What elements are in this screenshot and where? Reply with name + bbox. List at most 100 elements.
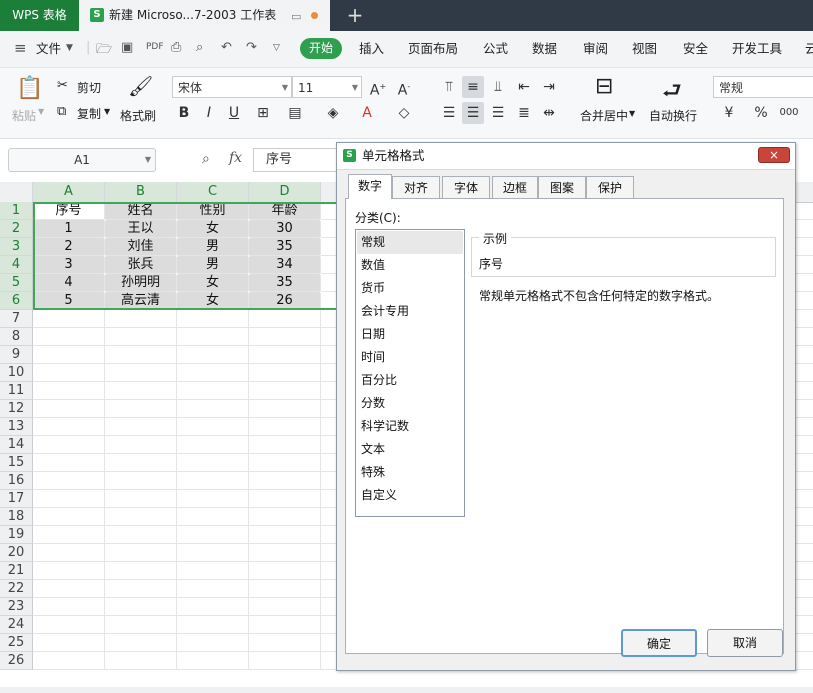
cell[interactable] [105, 562, 177, 580]
cell[interactable] [33, 634, 105, 652]
row-header[interactable]: 16 [0, 472, 33, 490]
cell[interactable] [33, 472, 105, 490]
row-header[interactable]: 4 [0, 256, 33, 274]
ok-button[interactable]: 确定 [621, 629, 697, 657]
cell[interactable] [249, 544, 321, 562]
cell[interactable] [177, 472, 249, 490]
cell[interactable] [33, 400, 105, 418]
cell[interactable] [33, 418, 105, 436]
category-item[interactable]: 货币 [357, 277, 463, 300]
cell[interactable] [177, 562, 249, 580]
cell[interactable] [249, 400, 321, 418]
cell[interactable] [249, 472, 321, 490]
cell[interactable] [249, 526, 321, 544]
row-header[interactable]: 26 [0, 652, 33, 670]
cell[interactable]: 4 [33, 274, 105, 292]
row-header[interactable]: 10 [0, 364, 33, 382]
cell[interactable] [249, 652, 321, 670]
cell[interactable] [33, 364, 105, 382]
cell[interactable] [177, 526, 249, 544]
row-header[interactable]: 22 [0, 580, 33, 598]
cell[interactable] [33, 454, 105, 472]
cell[interactable]: 34 [249, 256, 321, 274]
cell[interactable]: 35 [249, 238, 321, 256]
cell[interactable] [33, 508, 105, 526]
tab-protection[interactable]: 保护 [586, 176, 634, 198]
cell[interactable] [177, 580, 249, 598]
cell[interactable]: 男 [177, 256, 249, 274]
cell[interactable] [249, 310, 321, 328]
cell[interactable]: 女 [177, 292, 249, 310]
cell[interactable] [177, 544, 249, 562]
category-item[interactable]: 分数 [357, 392, 463, 415]
row-header[interactable]: 19 [0, 526, 33, 544]
close-button[interactable]: × [758, 147, 790, 163]
cell[interactable] [105, 346, 177, 364]
cell[interactable] [177, 310, 249, 328]
category-item[interactable]: 常规 [357, 231, 463, 254]
category-item[interactable]: 特殊 [357, 461, 463, 484]
cell[interactable]: 30 [249, 220, 321, 238]
row-header[interactable]: 13 [0, 418, 33, 436]
category-item[interactable]: 自定义 [357, 484, 463, 507]
cell[interactable] [33, 328, 105, 346]
row-header[interactable]: 18 [0, 508, 33, 526]
cell[interactable]: 35 [249, 274, 321, 292]
cell[interactable] [249, 454, 321, 472]
cell[interactable]: 1 [33, 220, 105, 238]
category-list[interactable]: 常规 数值 货币 会计专用 日期 时间 百分比 分数 科学记数 文本 特殊 自定义 [355, 229, 465, 517]
category-item[interactable]: 会计专用 [357, 300, 463, 323]
cell[interactable] [33, 490, 105, 508]
row-header[interactable]: 1 [0, 202, 33, 220]
cell[interactable] [33, 346, 105, 364]
cell[interactable] [33, 562, 105, 580]
cell[interactable] [249, 508, 321, 526]
cell[interactable]: 5 [33, 292, 105, 310]
row-header[interactable]: 5 [0, 274, 33, 292]
row-header[interactable]: 12 [0, 400, 33, 418]
cell[interactable] [105, 364, 177, 382]
cell[interactable] [105, 598, 177, 616]
header-cell[interactable]: 序号 [33, 202, 105, 220]
cell[interactable] [177, 634, 249, 652]
cell[interactable] [249, 490, 321, 508]
cell[interactable]: 26 [249, 292, 321, 310]
cell[interactable] [105, 400, 177, 418]
cell[interactable]: 3 [33, 256, 105, 274]
cell[interactable] [177, 652, 249, 670]
cell[interactable] [177, 418, 249, 436]
cell[interactable] [105, 544, 177, 562]
cell[interactable] [177, 346, 249, 364]
cell[interactable] [249, 562, 321, 580]
cell[interactable] [249, 346, 321, 364]
cell[interactable] [249, 580, 321, 598]
cell[interactable] [105, 652, 177, 670]
cell[interactable] [249, 328, 321, 346]
cell[interactable] [105, 526, 177, 544]
tab-pattern[interactable]: 图案 [538, 176, 586, 198]
cell[interactable] [177, 364, 249, 382]
cell[interactable] [177, 436, 249, 454]
cell[interactable] [105, 436, 177, 454]
row-header[interactable]: 14 [0, 436, 33, 454]
cell[interactable] [249, 418, 321, 436]
cell[interactable] [105, 508, 177, 526]
cell[interactable] [33, 310, 105, 328]
cell[interactable] [105, 418, 177, 436]
cell[interactable]: 刘佳 [105, 238, 177, 256]
tab-number[interactable]: 数字 [348, 174, 392, 199]
row-header[interactable]: 9 [0, 346, 33, 364]
category-item[interactable]: 百分比 [357, 369, 463, 392]
header-cell[interactable]: 年龄 [249, 202, 321, 220]
cell[interactable] [105, 472, 177, 490]
cell[interactable] [177, 454, 249, 472]
tab-alignment[interactable]: 对齐 [392, 176, 440, 198]
cell[interactable] [105, 490, 177, 508]
cell[interactable] [33, 580, 105, 598]
dialog-title-bar[interactable]: S 单元格格式 × [337, 143, 795, 170]
cell[interactable]: 2 [33, 238, 105, 256]
cell[interactable] [33, 544, 105, 562]
header-cell[interactable]: 姓名 [105, 202, 177, 220]
row-header[interactable]: 15 [0, 454, 33, 472]
row-header[interactable]: 3 [0, 238, 33, 256]
